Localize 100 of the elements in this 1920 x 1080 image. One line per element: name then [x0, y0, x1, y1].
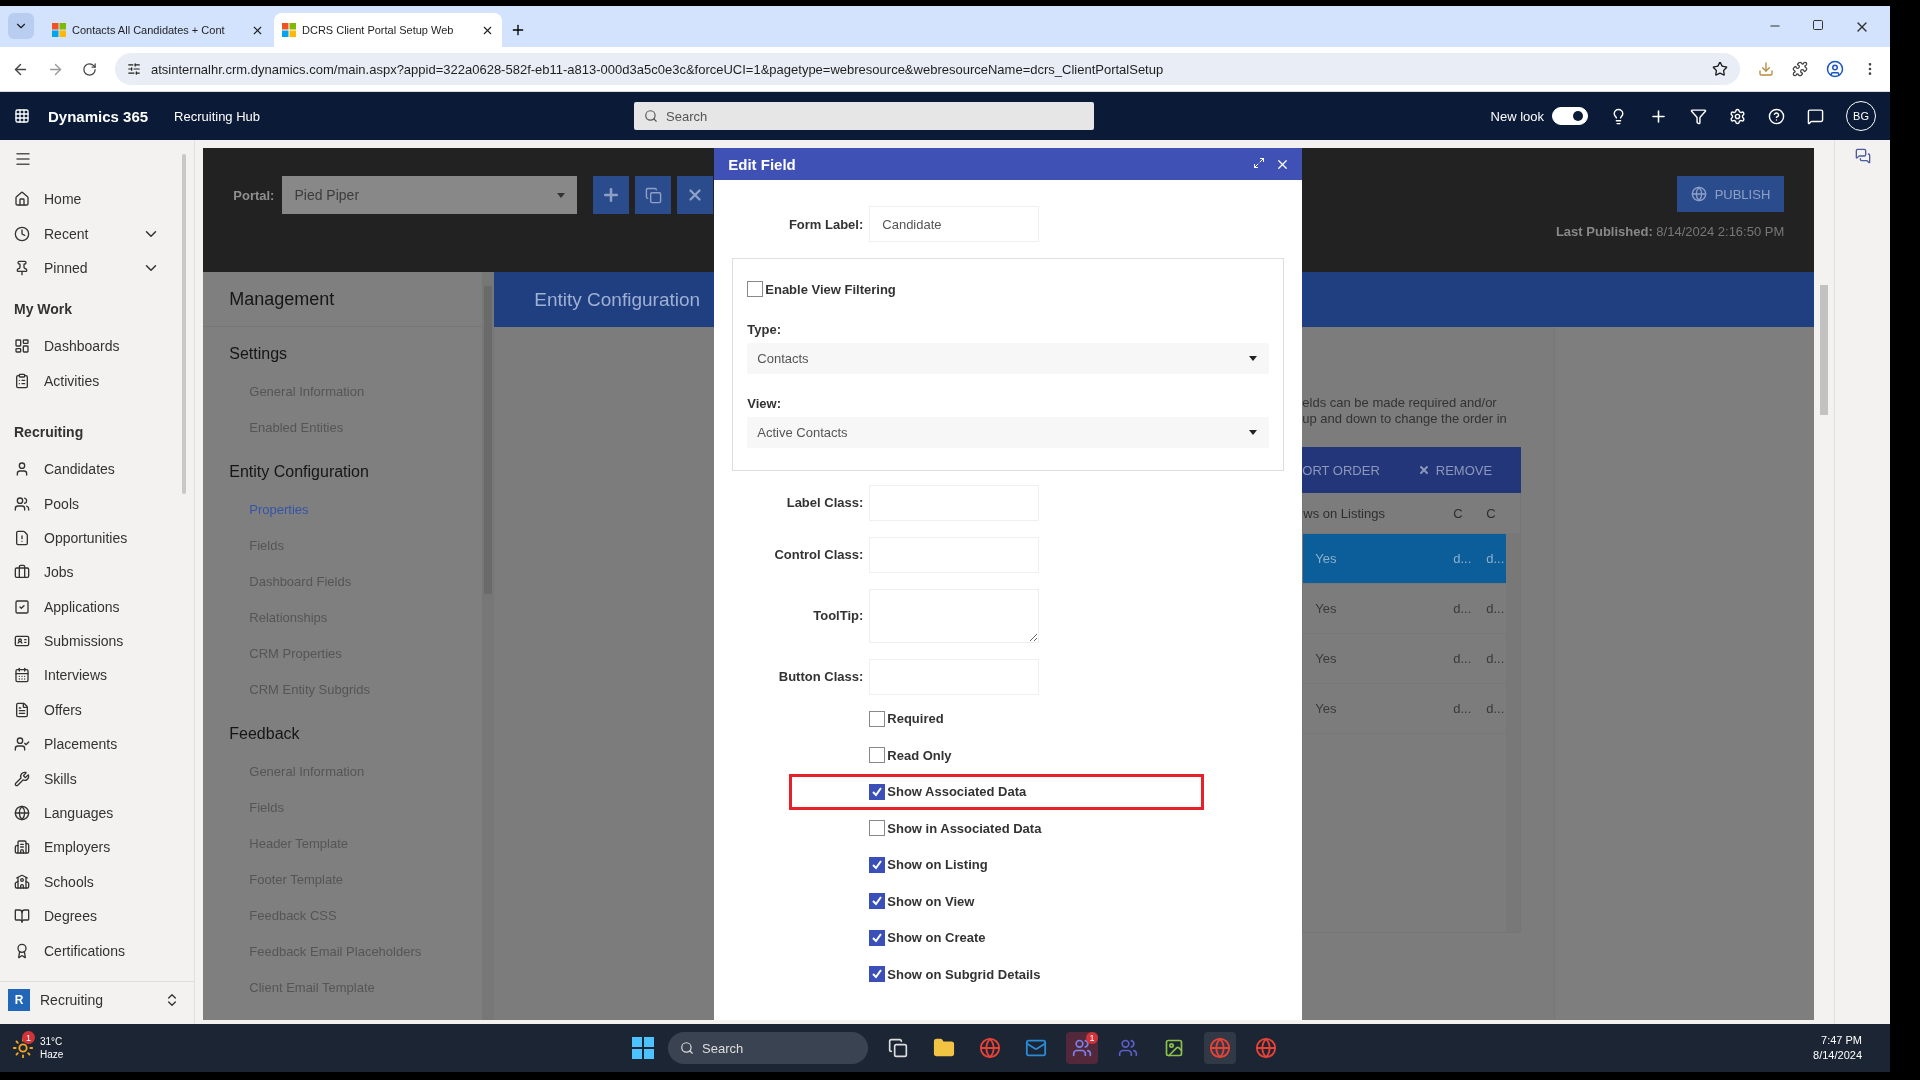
- checkbox[interactable]: [869, 856, 886, 873]
- notification-badge: 1: [22, 1031, 35, 1044]
- nav-item[interactable]: Schools: [0, 864, 195, 900]
- checkbox[interactable]: [869, 783, 886, 800]
- nav-item[interactable]: Candidates: [0, 451, 195, 487]
- nav-item[interactable]: Degrees: [0, 899, 195, 934]
- checkbox-row[interactable]: Show Associated Data: [869, 773, 1027, 810]
- checkbox-row[interactable]: Required: [869, 700, 944, 737]
- nav-item[interactable]: Activities: [0, 363, 195, 398]
- remove-button[interactable]: REMOVE: [1417, 462, 1493, 478]
- bookmark-icon[interactable]: [1712, 61, 1728, 77]
- nav-item[interactable]: Home: [0, 182, 195, 217]
- nav-item[interactable]: Jobs: [0, 555, 195, 590]
- search-icon: [680, 1041, 694, 1055]
- checkbox-row[interactable]: Show on Listing: [869, 846, 988, 883]
- type-select[interactable]: Contacts: [747, 342, 1270, 374]
- app-name[interactable]: Recruiting Hub: [174, 108, 261, 124]
- tab-search-button[interactable]: [8, 13, 34, 39]
- address-field[interactable]: atsinternalhr.crm.dynamics.com/main.aspx?appid=322a0628-582f-eb11-a813-000d3a5c0e3c&forceUCI=1&pagetype=webresource&webresourceName=dcrs_ClientPortalSetup: [115, 53, 1740, 85]
- taskbar-search[interactable]: Search: [668, 1032, 868, 1064]
- new-look-toggle[interactable]: [1552, 107, 1588, 125]
- new-tab-icon[interactable]: [510, 22, 526, 38]
- checkbox[interactable]: [869, 966, 886, 983]
- checkbox[interactable]: [869, 929, 886, 946]
- area-switcher[interactable]: R Recruiting: [0, 981, 195, 1018]
- nav-item[interactable]: Pools: [0, 486, 195, 521]
- sort-order-button[interactable]: ORT ORDER: [1302, 462, 1380, 478]
- checkbox-row[interactable]: Show on Subgrid Details: [869, 956, 1041, 993]
- people-icon: [14, 495, 30, 512]
- reload-icon[interactable]: [82, 61, 97, 77]
- filter-icon[interactable]: [1690, 107, 1707, 125]
- start-icon[interactable]: [632, 1037, 654, 1059]
- scrollbar[interactable]: [182, 154, 187, 494]
- url-text: atsinternalhr.crm.dynamics.com/main.aspx?appid=322a0628-582f-eb11-a813-000d3a5c0e3c&forceUCI=1&pagetype=webresource&webresourceName=dcrs_ClientPortalSetup: [151, 61, 1164, 77]
- checkbox-row[interactable]: Show on Create: [869, 919, 986, 956]
- checkbox[interactable]: [869, 710, 886, 727]
- menu-icon[interactable]: [14, 150, 32, 168]
- checkbox-row[interactable]: Show on View: [869, 883, 975, 920]
- copy-button[interactable]: [635, 176, 672, 214]
- profile-icon[interactable]: [1826, 60, 1844, 78]
- product-name[interactable]: Dynamics 365: [48, 107, 149, 125]
- checkbox[interactable]: [869, 747, 886, 764]
- nav-item[interactable]: Submissions: [0, 623, 195, 659]
- site-logo-icon: [282, 23, 296, 37]
- table-cell-text: Yes: [1314, 601, 1338, 616]
- scrollbar[interactable]: [1506, 533, 1521, 932]
- nav-item[interactable]: Employers: [0, 830, 195, 865]
- pin-icon: [14, 259, 30, 276]
- checkbox[interactable]: [869, 820, 886, 837]
- clock-time[interactable]: 7:47 PM: [1821, 1033, 1862, 1048]
- nav-item[interactable]: Opportunities: [0, 520, 195, 556]
- nav-item[interactable]: Applications: [0, 589, 195, 624]
- download-icon[interactable]: [1758, 61, 1774, 77]
- add-button[interactable]: [593, 176, 630, 214]
- browser-icon[interactable]: [1204, 1032, 1236, 1064]
- restore-icon[interactable]: [1812, 19, 1824, 31]
- nav-item[interactable]: Recent: [0, 216, 195, 251]
- clipboard-icon: [14, 372, 30, 389]
- building-icon: [14, 839, 30, 856]
- award-icon: [14, 942, 30, 959]
- nav-item[interactable]: Interviews: [0, 658, 195, 693]
- search-field[interactable]: Search: [634, 102, 1095, 130]
- nav-item[interactable]: Offers: [0, 692, 195, 728]
- chat-icon[interactable]: [1807, 107, 1824, 125]
- help-icon[interactable]: [1768, 107, 1785, 125]
- scrollbar[interactable]: [482, 272, 495, 1020]
- chat-app-icon[interactable]: 1: [1066, 1032, 1098, 1064]
- nav-item[interactable]: Placements: [0, 727, 195, 762]
- dashboard-icon: [14, 338, 30, 355]
- browser-tab[interactable]: DCRS Client Portal Setup Web: [274, 13, 502, 47]
- tooltip-field[interactable]: [869, 588, 1040, 643]
- clock-date[interactable]: 8/14/2024: [1813, 1048, 1862, 1063]
- checkbox-row[interactable]: Show in Associated Data: [869, 810, 1042, 847]
- maximize-icon[interactable]: [1253, 156, 1266, 169]
- checkbox-row[interactable]: Enable View Filtering: [747, 271, 1270, 308]
- nav-item[interactable]: Dashboards: [0, 329, 195, 364]
- nav-item[interactable]: Skills: [0, 761, 195, 796]
- extensions-icon[interactable]: [1792, 61, 1808, 77]
- nav-item[interactable]: Languages: [0, 795, 195, 831]
- nav-item[interactable]: Pinned: [0, 250, 195, 286]
- settings-icon[interactable]: [1729, 107, 1746, 125]
- form-label-field[interactable]: Candidate: [869, 206, 1040, 242]
- view-select[interactable]: Active Contacts: [747, 416, 1270, 448]
- menu-heading: Entity Configuration: [228, 462, 370, 482]
- nav-item[interactable]: Certifications: [0, 933, 195, 968]
- table-cell-text: d...: [1453, 551, 1473, 566]
- checkbox[interactable]: [747, 281, 764, 298]
- field-label: Button Class:: [777, 669, 864, 684]
- app-launcher-icon[interactable]: [14, 108, 30, 124]
- checkbox[interactable]: [869, 893, 886, 910]
- checkbox-row[interactable]: Read Only: [869, 737, 952, 774]
- browser-tab[interactable]: Contacts All Candidates + Cont: [44, 13, 272, 47]
- copy-icon: [644, 186, 662, 204]
- delete-button[interactable]: [677, 176, 714, 214]
- site-logo-icon: [52, 23, 66, 37]
- dropdown-arrow-icon: [557, 192, 566, 198]
- field-label: Control Class:: [773, 547, 864, 562]
- site-info-icon[interactable]: [127, 62, 141, 76]
- checkbox-icon: [14, 598, 30, 615]
- tab-title: DCRS Client Portal Setup Web: [302, 24, 455, 36]
